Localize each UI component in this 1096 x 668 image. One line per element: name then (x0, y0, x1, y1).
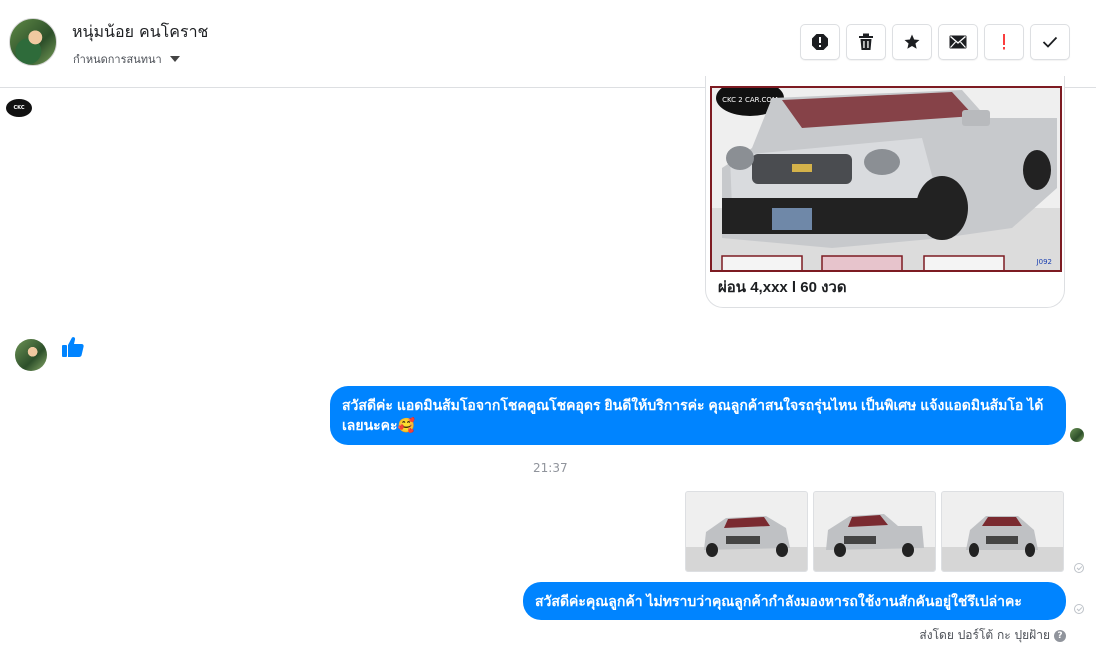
checkmark-icon (1042, 36, 1058, 48)
star-button[interactable] (892, 24, 932, 60)
mark-important-button[interactable] (984, 24, 1024, 60)
star-icon (904, 34, 920, 49)
contact-avatar[interactable] (9, 18, 57, 66)
message-timestamp: 21:37 (533, 461, 568, 475)
help-icon[interactable]: ? (1054, 629, 1066, 642)
car-photo-thumbnail[interactable] (813, 491, 936, 572)
toolbar (800, 24, 1070, 60)
caret-down-icon (169, 56, 180, 62)
car-front-photo-1 (686, 492, 807, 571)
delivered-check-icon (1074, 563, 1084, 573)
thumbs-up-message[interactable] (61, 335, 85, 363)
contact-avatar-small[interactable] (15, 339, 47, 371)
envelope-icon (949, 35, 967, 49)
car-photo-thumbnail[interactable] (941, 491, 1064, 572)
sent-by-info: ส่งโดย ปอร์โต้ กะ ปุยฝ้าย ? (919, 626, 1066, 645)
car-side-photo-2 (814, 492, 935, 571)
conversation-settings-label: กำหนดการสนทนา (73, 53, 162, 66)
conversation-settings-dropdown[interactable]: กำหนดการสนทนา (73, 50, 180, 68)
car-photo-thumbnail[interactable] (685, 491, 808, 572)
car-ad-image: CKC 2 CAR.COM J092 (710, 86, 1062, 272)
contact-name[interactable]: หนุ่มน้อย คนโคราช (72, 20, 208, 45)
sent-by-label: ส่งโดย ปอร์โต้ กะ ปุยฝ้าย (919, 628, 1050, 642)
mark-done-button[interactable] (1030, 24, 1070, 60)
thumbs-up-icon (62, 337, 84, 357)
conversation-header: หนุ่มน้อย คนโคราช กำหนดการสนทนา (0, 0, 1096, 88)
report-spam-button[interactable] (800, 24, 840, 60)
sent-message-bubble[interactable]: สวัสดีค่ะ แอดมินส้มโอจากโชคคูณโชคอุดร ยิ… (330, 386, 1066, 445)
seen-avatar (1070, 428, 1084, 442)
car-front-photo-3 (942, 492, 1063, 571)
report-spam-icon (812, 34, 828, 50)
page-logo-icon: CKC (6, 99, 32, 117)
mark-unread-button[interactable] (938, 24, 978, 60)
shared-image-card[interactable]: CKC 2 CAR.COM J092 ผ่อน 4,xxx l 60 งวด (705, 76, 1065, 308)
card-caption: ผ่อน 4,xxx l 60 งวด (718, 279, 847, 296)
delete-button[interactable] (846, 24, 886, 60)
trash-icon (859, 33, 873, 50)
card-plate-code: J092 (1036, 258, 1052, 266)
sent-message-bubble[interactable]: สวัสดีค่ะคุณลูกค้า ไม่ทราบว่าคุณลูกค้ากำ… (523, 582, 1066, 620)
pickup-truck-illustration: CKC 2 CAR.COM J092 (712, 88, 1060, 270)
delivered-check-icon (1074, 604, 1084, 614)
card-logo-text: CKC 2 CAR.COM (722, 96, 778, 104)
important-icon (1003, 34, 1005, 50)
